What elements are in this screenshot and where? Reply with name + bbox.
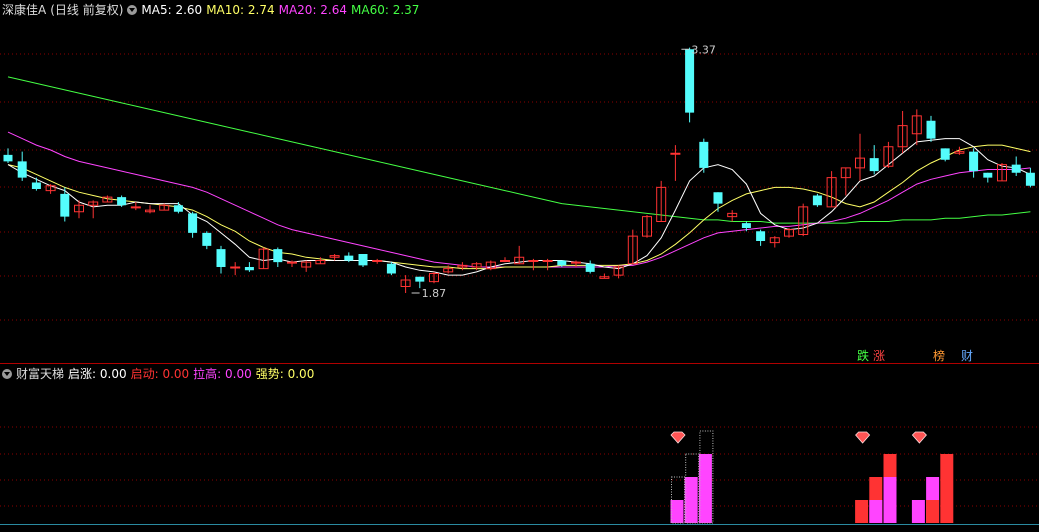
candle-body xyxy=(969,151,979,172)
candle-body xyxy=(983,172,993,178)
dropdown-icon[interactable] xyxy=(2,369,12,379)
diamond-icon xyxy=(670,431,686,444)
candle-body xyxy=(358,254,368,266)
diamond-icon xyxy=(911,431,927,444)
candle-body xyxy=(344,255,354,261)
candle-body xyxy=(585,263,595,272)
candle-body xyxy=(372,260,383,262)
candle-body xyxy=(130,206,141,209)
indicator-bar xyxy=(869,500,883,523)
candle-body xyxy=(557,260,567,266)
indicator-value-3: 强势: 0.00 xyxy=(255,367,315,381)
price-annotation: 1.87 xyxy=(422,287,447,300)
candle-body xyxy=(230,266,241,269)
ma-value-0: MA5: 2.60 xyxy=(141,3,203,17)
diamond-icon xyxy=(855,431,871,444)
candle-body xyxy=(173,205,183,212)
indicator-bar xyxy=(670,500,684,523)
indicator-value-0: 启涨: 0.00 xyxy=(68,367,127,381)
indicator-bar xyxy=(883,477,897,523)
indicator-bar xyxy=(698,454,712,523)
candle-body xyxy=(216,249,226,267)
candle-body xyxy=(386,263,396,274)
candle-body xyxy=(244,267,254,271)
indicator-value-1: 启动: 0.00 xyxy=(130,367,190,381)
ma-value-1: MA10: 2.74 xyxy=(206,3,275,17)
candle-body xyxy=(60,193,70,217)
candle-body xyxy=(542,260,553,262)
ma-value-2: MA20: 2.64 xyxy=(278,3,348,17)
candle-body xyxy=(571,261,581,264)
indicator-bar xyxy=(684,477,698,523)
rank-tag-2[interactable]: 榜 xyxy=(933,348,945,364)
candle-body xyxy=(415,276,425,282)
price-annotation: 3.37 xyxy=(691,43,716,56)
indicator-bar xyxy=(911,500,925,523)
period-label: (日线 前复权) xyxy=(50,3,124,17)
candle-body xyxy=(188,213,198,233)
indicator-value-2: 拉高: 0.00 xyxy=(193,367,252,381)
candle-body xyxy=(741,223,751,228)
candle-body xyxy=(812,195,822,206)
stock-name[interactable]: 深康佳A xyxy=(2,3,46,17)
rank-tag-1[interactable]: 涨 xyxy=(873,348,885,364)
indicator-header: 财富天梯 启涨: 0.00 启动: 0.00 拉高: 0.00 强势: 0.00 xyxy=(2,365,322,383)
candle-body xyxy=(926,120,936,139)
candle-body xyxy=(500,260,510,262)
indicator-name[interactable]: 财富天梯 xyxy=(16,367,64,381)
indicator-bar xyxy=(855,500,869,523)
candle-body xyxy=(670,152,681,155)
candle-body xyxy=(273,249,283,263)
candle-body xyxy=(1011,164,1021,173)
candle-body xyxy=(713,192,723,204)
candle-body xyxy=(202,232,212,246)
candle-body xyxy=(287,261,297,264)
candle-body xyxy=(940,148,950,160)
main-header: 深康佳A (日线 前复权) MA5: 2.60 MA10: 2.74 MA20: 2.6… xyxy=(2,1,427,19)
candle-body xyxy=(685,49,695,113)
candle-body xyxy=(31,182,41,189)
rank-tag-3[interactable]: 财 xyxy=(961,348,973,364)
dropdown-icon[interactable] xyxy=(127,5,138,15)
indicator-bar xyxy=(940,454,954,523)
candle-body xyxy=(528,260,539,262)
indicator-legend: 启涨: 0.00 启动: 0.00 拉高: 0.00 强势: 0.00 xyxy=(68,367,318,381)
candle-body xyxy=(17,161,27,178)
candle-body xyxy=(117,197,127,206)
ma-value-3: MA60: 2.37 xyxy=(351,3,420,17)
candle-body xyxy=(1025,172,1035,186)
rank-tag-0[interactable]: 跌 xyxy=(857,348,869,364)
candle-body xyxy=(3,154,13,162)
chart-canvas: 3.37 1.87 xyxy=(0,43,1039,525)
candle-body xyxy=(869,158,879,172)
candle-body xyxy=(699,141,709,168)
ma60-line xyxy=(7,76,1031,224)
ma-legend: MA5: 2.60 MA10: 2.74 MA20: 2.64 MA60: 2.37 xyxy=(141,3,423,17)
indicator-bar xyxy=(926,500,940,523)
candle-body xyxy=(756,231,766,241)
